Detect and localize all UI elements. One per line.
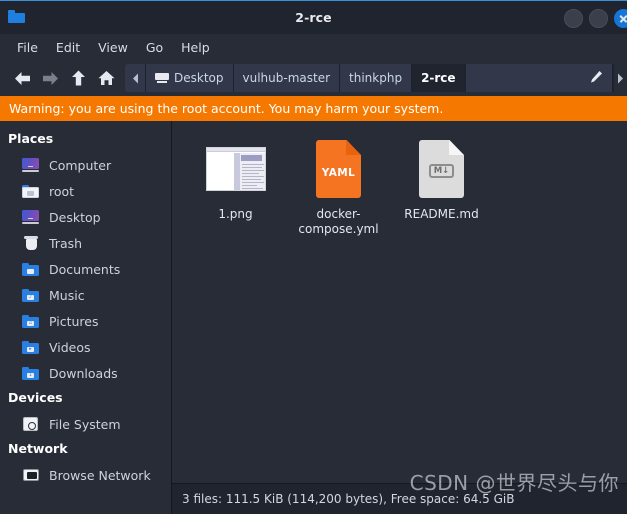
sidebar-item-pictures[interactable]: ▫ Pictures xyxy=(0,308,171,334)
desktop-icon xyxy=(22,209,40,225)
monitor-icon xyxy=(155,72,169,84)
file-list-pane: 1.png YAML docker-compose.yml M↓ README.… xyxy=(172,121,627,514)
chevron-left-icon[interactable] xyxy=(125,64,146,92)
breadcrumb-label: Desktop xyxy=(174,71,224,85)
breadcrumb-2-rce[interactable]: 2-rce xyxy=(412,64,466,92)
videos-folder-icon: ▸ xyxy=(22,339,40,355)
back-arrow-icon[interactable] xyxy=(8,63,36,93)
documents-folder-icon xyxy=(22,261,40,277)
file-item-docker-compose-yml[interactable]: YAML docker-compose.yml xyxy=(287,135,390,243)
home-folder-icon xyxy=(22,183,40,199)
yaml-file-icon: YAML xyxy=(308,139,370,199)
sidebar-item-label: Desktop xyxy=(49,209,101,225)
yaml-badge-label: YAML xyxy=(321,167,356,179)
path-breadcrumb-bar: Desktop vulhub-master thinkphp 2-rce xyxy=(125,64,627,92)
file-name-label: README.md xyxy=(404,207,479,221)
sidebar-heading-devices: Devices xyxy=(8,390,63,405)
file-name-label: docker-compose.yml xyxy=(298,207,379,236)
places-sidebar: Places Computer root Desktop Trash Docum… xyxy=(0,121,172,514)
sidebar-item-browse-network[interactable]: Browse Network xyxy=(0,462,171,488)
up-arrow-icon[interactable] xyxy=(64,63,92,93)
trash-icon xyxy=(22,235,40,251)
menu-edit[interactable]: Edit xyxy=(47,37,89,58)
sidebar-item-label: File System xyxy=(49,416,121,432)
forward-arrow-icon xyxy=(36,63,64,93)
path-entry-area[interactable] xyxy=(465,64,613,92)
sidebar-item-label: Computer xyxy=(49,157,112,173)
file-name-label: 1.png xyxy=(218,207,253,221)
sidebar-item-documents[interactable]: Documents xyxy=(0,256,171,282)
sidebar-item-label: Pictures xyxy=(49,313,99,329)
content-area: Places Computer root Desktop Trash Docum… xyxy=(0,121,627,514)
file-item-1-png[interactable]: 1.png xyxy=(184,135,287,243)
window-title: 2-rce xyxy=(295,10,332,25)
sidebar-item-label: Downloads xyxy=(49,365,118,381)
sidebar-item-label: Music xyxy=(49,287,85,303)
root-account-warning-bar: Warning: you are using the root account.… xyxy=(0,96,627,121)
home-icon[interactable] xyxy=(92,63,120,93)
pictures-folder-icon: ▫ xyxy=(22,313,40,329)
sidebar-item-videos[interactable]: ▸ Videos xyxy=(0,334,171,360)
breadcrumb-vulhub-master[interactable]: vulhub-master xyxy=(233,64,341,92)
status-bar: 3 files: 111.5 KiB (114,200 bytes), Free… xyxy=(172,483,627,514)
music-folder-icon: ♪ xyxy=(22,287,40,303)
menu-help[interactable]: Help xyxy=(172,37,219,58)
chevron-right-icon[interactable] xyxy=(613,64,627,92)
markdown-file-icon: M↓ xyxy=(411,139,473,199)
sidebar-item-label: Videos xyxy=(49,339,91,355)
warning-text: Warning: you are using the root account.… xyxy=(9,101,444,116)
sidebar-item-label: Browse Network xyxy=(49,467,151,483)
menu-bar: File Edit View Go Help xyxy=(0,34,627,60)
close-button[interactable] xyxy=(614,8,627,28)
title-bar: 2-rce xyxy=(0,0,627,34)
menu-view[interactable]: View xyxy=(89,37,137,58)
harddisk-icon xyxy=(22,416,40,432)
file-item-readme-md[interactable]: M↓ README.md xyxy=(390,135,493,243)
minimize-button[interactable] xyxy=(564,8,583,28)
sidebar-item-downloads[interactable]: ↓ Downloads xyxy=(0,360,171,386)
navigation-toolbar: Desktop vulhub-master thinkphp 2-rce xyxy=(0,60,627,96)
breadcrumb-thinkphp[interactable]: thinkphp xyxy=(340,64,413,92)
image-thumbnail xyxy=(205,139,267,199)
sidebar-item-file-system[interactable]: File System xyxy=(0,411,171,437)
sidebar-item-label: Documents xyxy=(49,261,121,277)
breadcrumb-desktop[interactable]: Desktop xyxy=(146,64,234,92)
sidebar-item-label: root xyxy=(49,183,75,199)
sidebar-item-trash[interactable]: Trash xyxy=(0,230,171,256)
window-controls xyxy=(564,1,627,35)
icon-view-grid: 1.png YAML docker-compose.yml M↓ README.… xyxy=(172,121,627,483)
menu-go[interactable]: Go xyxy=(137,37,172,58)
computer-icon xyxy=(22,157,40,173)
downloads-folder-icon: ↓ xyxy=(22,365,40,381)
sidebar-item-root[interactable]: root xyxy=(0,178,171,204)
sidebar-item-desktop[interactable]: Desktop xyxy=(0,204,171,230)
sidebar-item-label: Trash xyxy=(49,235,83,251)
maximize-button[interactable] xyxy=(589,8,608,28)
status-text: 3 files: 111.5 KiB (114,200 bytes), Free… xyxy=(182,492,515,506)
sidebar-item-music[interactable]: ♪ Music xyxy=(0,282,171,308)
sidebar-heading-places: Places xyxy=(8,131,54,146)
sidebar-item-computer[interactable]: Computer xyxy=(0,152,171,178)
network-icon xyxy=(22,467,40,483)
pencil-icon[interactable] xyxy=(589,70,603,87)
menu-file[interactable]: File xyxy=(8,37,47,58)
sidebar-heading-network: Network xyxy=(8,441,68,456)
markdown-badge-label: M↓ xyxy=(429,164,454,178)
file-manager-window: 2-rce File Edit View Go Help Desktop vul… xyxy=(0,0,627,514)
folder-icon xyxy=(8,10,25,24)
